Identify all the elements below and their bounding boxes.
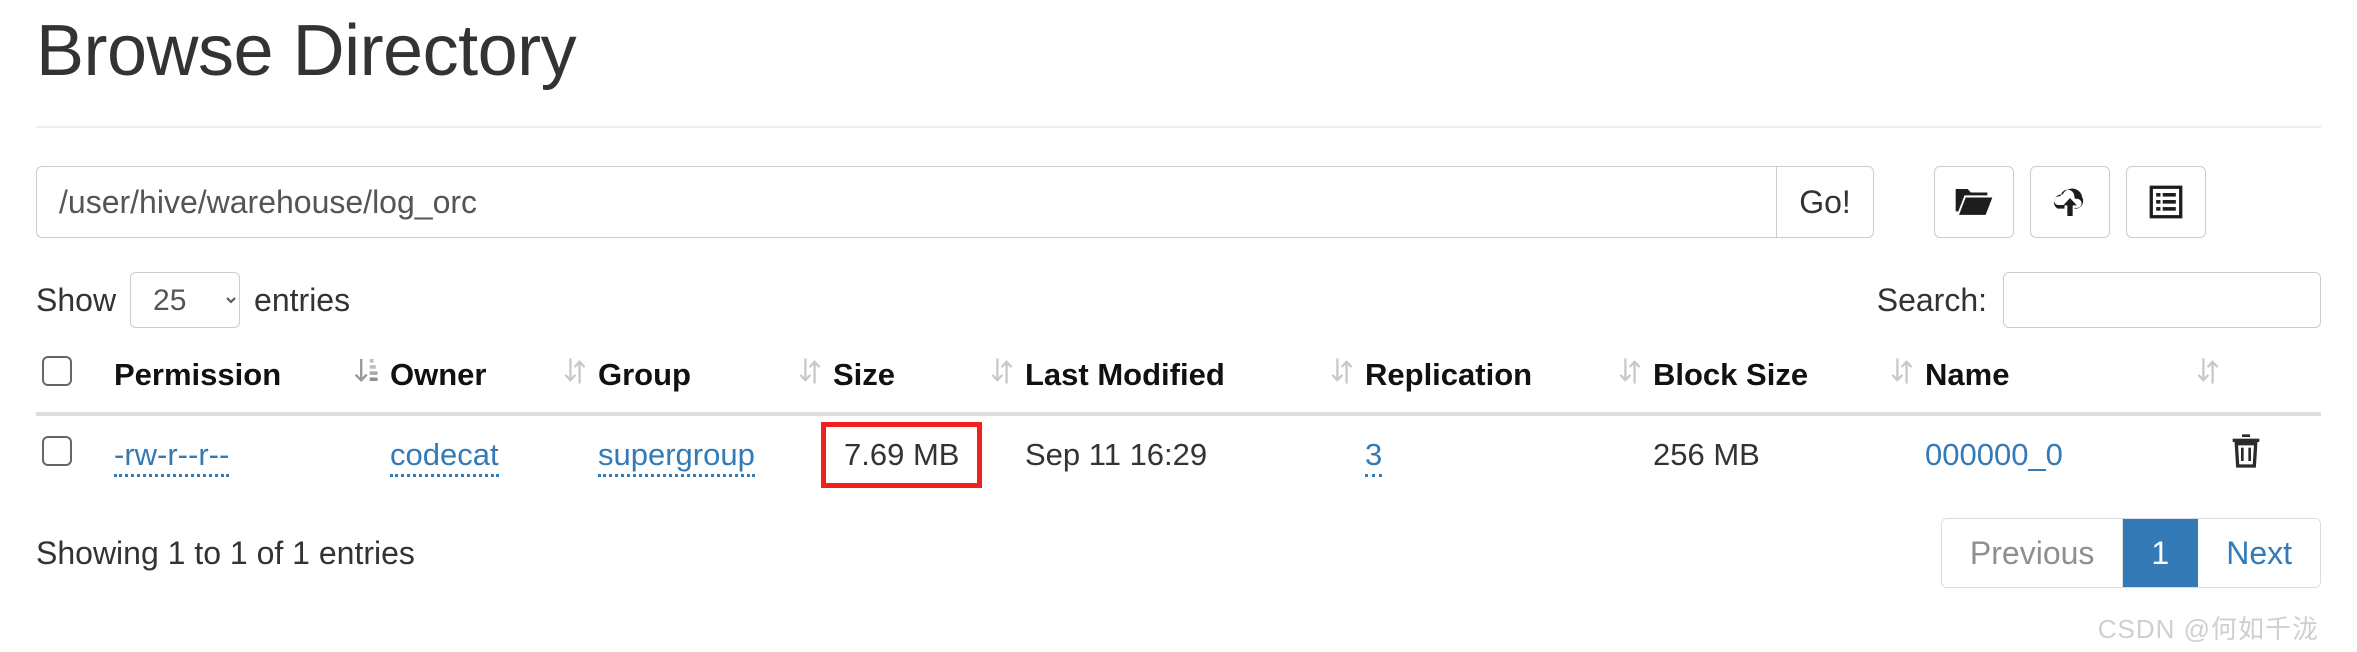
cloud-upload-icon xyxy=(2050,185,2090,219)
cut-paste-button[interactable] xyxy=(2126,166,2206,239)
column-header-replication[interactable]: Replication xyxy=(1359,348,1647,417)
column-label-replication: Replication xyxy=(1365,357,1533,393)
replication-value[interactable]: 3 xyxy=(1365,437,1383,478)
column-label-group: Group xyxy=(598,357,691,393)
column-header-group[interactable]: Group xyxy=(592,348,827,417)
folder-open-icon xyxy=(1954,185,1994,219)
column-header-size[interactable]: Size xyxy=(827,348,1019,417)
pagination-page-1[interactable]: 1 xyxy=(2123,519,2199,588)
pagination-next[interactable]: Next xyxy=(2198,519,2320,588)
last-modified-value: Sep 11 16:29 xyxy=(1025,437,1208,473)
cell-last-modified: Sep 11 16:29 xyxy=(1019,414,1359,494)
entries-info: Showing 1 to 1 of 1 entries xyxy=(36,534,415,571)
column-header-owner[interactable]: Owner xyxy=(384,348,592,417)
page-title: Browse Directory xyxy=(36,11,577,91)
column-header-name[interactable]: Name xyxy=(1919,348,2225,417)
sort-both-icon xyxy=(564,357,586,393)
table-header-row: Permission Owner Group Size Last Modifie… xyxy=(36,348,2321,417)
sort-both-icon xyxy=(991,357,1013,393)
sort-both-icon xyxy=(1619,357,1641,393)
column-label-last-modified: Last Modified xyxy=(1025,357,1225,393)
pagination-previous[interactable]: Previous xyxy=(1941,519,2124,588)
column-header-last-modified[interactable]: Last Modified xyxy=(1019,348,1359,417)
table-controls: Show 25 entries Search: xyxy=(36,272,2321,329)
search-label: Search: xyxy=(1876,281,1987,318)
pagination: Previous 1 Next xyxy=(1940,518,2321,589)
cell-permission: -rw-r--r-- xyxy=(108,414,384,494)
path-input-group: Go! xyxy=(36,166,1874,239)
file-listing-table: Permission Owner Group Size Last Modifie… xyxy=(36,348,2321,494)
column-label-permission: Permission xyxy=(114,357,282,393)
page-length-select[interactable]: 25 xyxy=(130,272,241,329)
go-button[interactable]: Go! xyxy=(1776,166,1874,239)
size-highlight-box: 7.69 MB xyxy=(821,422,983,489)
column-header-actions xyxy=(2225,348,2321,417)
permission-value[interactable]: -rw-r--r-- xyxy=(114,437,230,478)
cell-group: supergroup xyxy=(592,414,827,494)
page-length-control: Show 25 entries xyxy=(36,272,351,329)
create-directory-button[interactable] xyxy=(1934,166,2014,239)
search-input[interactable] xyxy=(2003,272,2321,329)
sort-both-icon xyxy=(1331,357,1353,393)
cell-block-size: 256 MB xyxy=(1647,414,1919,494)
delete-file-button[interactable] xyxy=(2231,434,2261,471)
column-label-block-size: Block Size xyxy=(1653,357,1809,393)
entries-label: entries xyxy=(254,281,351,318)
browse-directory-page: Browse Directory Go! xyxy=(0,0,2357,652)
header-divider xyxy=(36,126,2321,129)
sort-both-icon xyxy=(1891,357,1913,393)
column-header-block-size[interactable]: Block Size xyxy=(1647,348,1919,417)
block-size-value: 256 MB xyxy=(1653,437,1760,473)
sort-desc-icon xyxy=(354,357,378,393)
column-header-permission[interactable]: Permission xyxy=(108,348,384,417)
clipboard-list-icon xyxy=(2148,184,2184,220)
directory-path-input[interactable] xyxy=(36,166,1776,239)
owner-value[interactable]: codecat xyxy=(390,437,499,478)
select-all-checkbox[interactable] xyxy=(42,356,72,387)
column-label-owner: Owner xyxy=(390,357,487,393)
sort-both-icon xyxy=(799,357,821,393)
watermark: CSDN @何如千泷 xyxy=(2097,614,2319,644)
cell-owner: codecat xyxy=(384,414,592,494)
table-row: -rw-r--r-- codecat supergroup 7.69 MB Se… xyxy=(36,414,2321,494)
cell-name: 000000_0 xyxy=(1919,414,2225,494)
search-control: Search: xyxy=(1876,272,2321,329)
size-value: 7.69 MB xyxy=(844,437,960,473)
trash-icon xyxy=(2231,434,2261,471)
path-action-buttons xyxy=(1934,166,2206,239)
path-bar-row: Go! xyxy=(36,166,2321,239)
cell-replication: 3 xyxy=(1359,414,1647,494)
row-checkbox[interactable] xyxy=(42,436,72,467)
column-label-name: Name xyxy=(1925,357,2010,393)
select-all-header xyxy=(36,348,108,417)
column-label-size: Size xyxy=(833,357,896,393)
group-value[interactable]: supergroup xyxy=(598,437,755,478)
upload-files-button[interactable] xyxy=(2030,166,2110,239)
row-select-cell xyxy=(36,414,108,494)
table-footer: Showing 1 to 1 of 1 entries Previous 1 N… xyxy=(36,518,2321,589)
cell-actions xyxy=(2225,414,2321,494)
show-label: Show xyxy=(36,281,117,318)
sort-both-icon xyxy=(2197,357,2219,393)
cell-size: 7.69 MB xyxy=(821,414,1019,494)
file-name-link[interactable]: 000000_0 xyxy=(1925,437,2063,472)
